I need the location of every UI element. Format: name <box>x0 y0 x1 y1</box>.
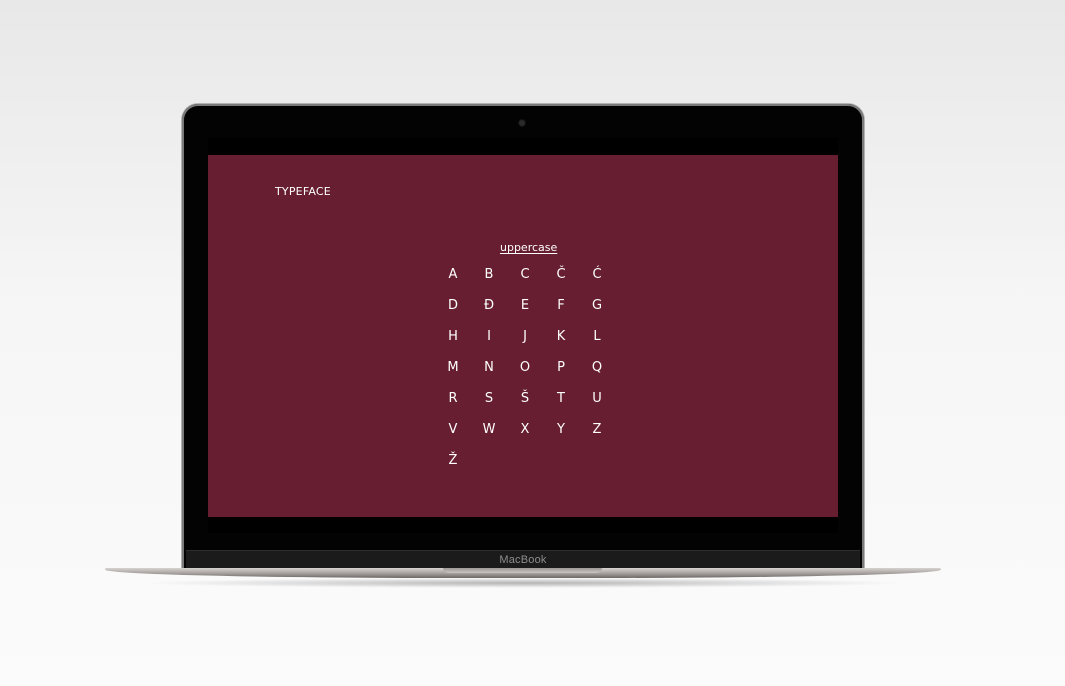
letter-item[interactable]: C <box>507 259 543 290</box>
laptop-opening-notch <box>443 568 602 573</box>
letter-item[interactable]: S <box>471 383 507 414</box>
letter-item[interactable]: Y <box>543 414 579 445</box>
letter-item[interactable]: O <box>507 352 543 383</box>
letter-item[interactable]: X <box>507 414 543 445</box>
web-page: TYPEFACE uppercase ABCČĆ DĐEFG HIJKL MNOPQ R… <box>208 155 838 517</box>
page-title[interactable]: TYPEFACE <box>275 185 331 198</box>
letter-item[interactable]: W <box>471 414 507 445</box>
letter-item[interactable]: N <box>471 352 507 383</box>
device-brand-label: MacBook <box>499 554 547 566</box>
letter-item[interactable]: R <box>435 383 471 414</box>
laptop-screen: TYPEFACE uppercase ABCČĆ DĐEFG HIJKL MNOPQ R… <box>208 138 838 533</box>
letter-item[interactable]: Ž <box>435 445 471 476</box>
letter-item[interactable]: U <box>579 383 615 414</box>
uppercase-link[interactable]: uppercase <box>500 241 557 254</box>
letter-item[interactable]: T <box>543 383 579 414</box>
letter-item[interactable]: Q <box>579 352 615 383</box>
letter-item[interactable]: P <box>543 352 579 383</box>
camera-icon <box>519 120 525 126</box>
laptop-shadow <box>140 578 906 588</box>
letter-item[interactable]: D <box>435 290 471 321</box>
letter-grid: ABCČĆ DĐEFG HIJKL MNOPQ RSŠTU VWXYZ Ž <box>435 259 615 476</box>
letter-item[interactable]: Ć <box>579 259 615 290</box>
letter-item[interactable]: H <box>435 321 471 352</box>
letter-item[interactable]: Č <box>543 259 579 290</box>
letter-item[interactable]: B <box>471 259 507 290</box>
letter-item[interactable]: L <box>579 321 615 352</box>
letter-item[interactable]: K <box>543 321 579 352</box>
letter-item[interactable]: I <box>471 321 507 352</box>
letter-item[interactable]: M <box>435 352 471 383</box>
letter-item[interactable]: F <box>543 290 579 321</box>
letter-item[interactable]: Š <box>507 383 543 414</box>
letter-item[interactable]: E <box>507 290 543 321</box>
letter-item[interactable]: A <box>435 259 471 290</box>
letter-item[interactable]: J <box>507 321 543 352</box>
letter-item[interactable]: G <box>579 290 615 321</box>
letter-item[interactable]: Đ <box>471 290 507 321</box>
letter-item[interactable]: Z <box>579 414 615 445</box>
letter-item[interactable]: V <box>435 414 471 445</box>
